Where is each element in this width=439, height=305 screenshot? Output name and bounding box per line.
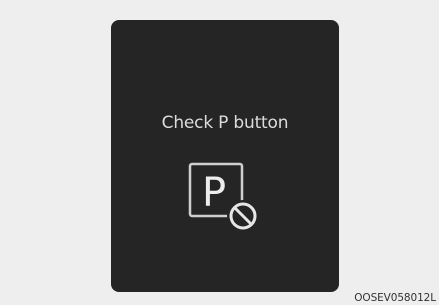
image-reference-code: OOSEV058012L: [354, 292, 436, 304]
p-letter: P: [202, 170, 226, 216]
cluster-display-panel: Check P button P: [111, 20, 339, 292]
park-button-prohibited-icon: P: [179, 160, 269, 240]
warning-message: Check P button: [161, 113, 289, 133]
